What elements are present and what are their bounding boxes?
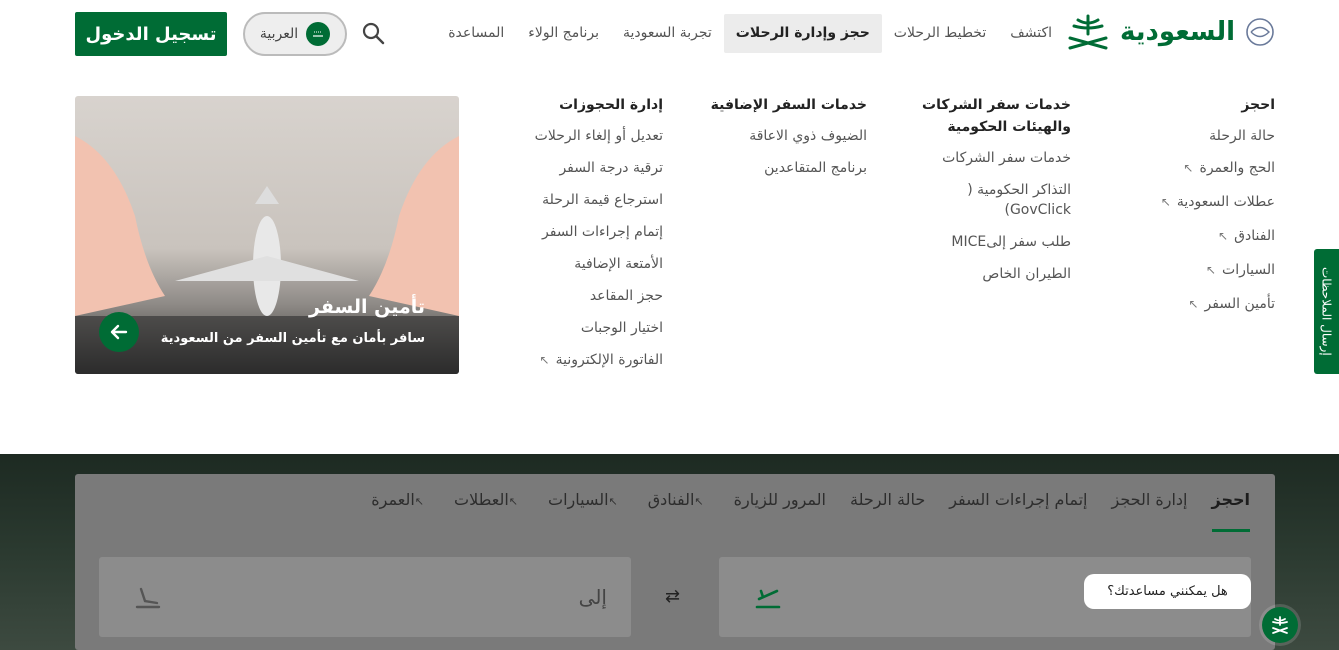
destination-field[interactable]: إلى: [99, 557, 631, 637]
menu-item-seat-selection[interactable]: حجز المقاعد: [503, 286, 663, 306]
plane-landing-icon: [135, 587, 161, 609]
menu-column-title: خدمات سفر الشركات والهيئات الحكومية: [922, 97, 1071, 135]
menu-item-meals[interactable]: اختيار الوجبات: [503, 318, 663, 338]
nav-saudia-experience[interactable]: تجربة السعودية: [611, 14, 724, 53]
saudia-palm-icon: [1272, 616, 1288, 634]
tab-manage-booking[interactable]: إدارة الحجز: [1111, 488, 1187, 532]
menu-column-title: إدارة الحجوزات: [559, 97, 663, 113]
skyteam-icon: [1246, 18, 1274, 46]
menu-item-private-aviation[interactable]: الطيران الخاص: [911, 264, 1071, 284]
menu-column-book: احجز حالة الرحلة الحج والعمرة↖ عطلات الس…: [1095, 94, 1275, 326]
promo-subtitle: سافر بأمان مع تأمين السفر من السعودية: [160, 331, 425, 346]
menu-column-title: خدمات السفر الإضافية: [710, 97, 867, 113]
external-link-icon: ↖: [508, 495, 518, 508]
tab-umrah[interactable]: العمرة↖: [371, 488, 430, 532]
external-link-icon: ↖: [1160, 195, 1171, 209]
menu-item-travel-insurance[interactable]: تأمين السفر↖: [1095, 294, 1275, 314]
mega-menu: احجز حالة الرحلة الحج والعمرة↖ عطلات الس…: [0, 66, 1339, 454]
menu-item-e-invoice[interactable]: الفاتورة الإلكترونية↖: [503, 350, 663, 370]
tab-cars[interactable]: السيارات↖: [548, 488, 624, 532]
destination-placeholder: إلى: [578, 585, 607, 609]
chat-button[interactable]: [1262, 607, 1298, 643]
tab-check-in[interactable]: إتمام إجراءات السفر: [949, 488, 1087, 532]
menu-item-flight-status[interactable]: حالة الرحلة: [1095, 126, 1275, 146]
logo-wordmark: السعودية: [1120, 17, 1235, 47]
menu-item-saudia-holidays[interactable]: عطلات السعودية↖: [1095, 192, 1275, 212]
menu-item-hajj-umrah[interactable]: الحج والعمرة↖: [1095, 158, 1275, 178]
tab-visit-transit[interactable]: المرور للزيارة: [734, 488, 826, 532]
language-selector[interactable]: العربية: [243, 12, 347, 56]
menu-item-extra-baggage[interactable]: الأمتعة الإضافية: [503, 254, 663, 274]
menu-item-retirees[interactable]: برنامج المتقاعدين: [707, 158, 867, 178]
login-button[interactable]: تسجيل الدخول: [75, 12, 227, 56]
nav-help[interactable]: المساعدة: [436, 14, 516, 53]
menu-item-mice[interactable]: طلب سفر إلىMICE: [911, 232, 1071, 252]
search-button[interactable]: [360, 20, 386, 46]
external-link-icon: ↖: [539, 353, 550, 367]
menu-item-govclick[interactable]: التذاكر الحكومية ( GovClick): [911, 180, 1071, 220]
menu-item-refund[interactable]: استرجاع قيمة الرحلة: [503, 190, 663, 210]
booking-tabs: احجز إدارة الحجز إتمام إجراءات السفر حال…: [371, 488, 1250, 532]
tab-hotels[interactable]: الفنادق↖: [648, 488, 710, 532]
external-link-icon: ↖: [1183, 161, 1194, 175]
external-link-icon: ↖: [1218, 229, 1229, 243]
nav-book-manage[interactable]: حجز وإدارة الرحلات: [723, 14, 882, 53]
palm-swords-icon: [1068, 14, 1108, 50]
menu-item-cars[interactable]: السيارات↖: [1095, 260, 1275, 280]
nav-trip-planning[interactable]: تخطيط الرحلات: [882, 14, 998, 53]
menu-item-corporate-travel[interactable]: خدمات سفر الشركات: [911, 148, 1071, 168]
external-link-icon: ↖: [608, 495, 618, 508]
external-link-icon: ↖: [414, 495, 424, 508]
menu-column-manage: إدارة الحجوزات تعديل أو إلغاء الرحلات تر…: [503, 94, 663, 382]
site-header: السعودية اكتشف تخطيط الرحلات حجز وإدارة …: [0, 0, 1339, 66]
external-link-icon: ↖: [1188, 297, 1199, 311]
language-label: العربية: [259, 26, 299, 42]
nav-loyalty[interactable]: برنامج الولاء: [516, 14, 611, 53]
menu-column-additional: خدمات السفر الإضافية الضيوف ذوي الاعاقة …: [707, 94, 867, 190]
saudi-flag-icon: [306, 22, 331, 46]
menu-item-hotels[interactable]: الفنادق↖: [1095, 226, 1275, 246]
search-icon: [362, 22, 385, 45]
tab-holidays[interactable]: العطلات↖: [454, 488, 524, 532]
menu-item-disabled-guests[interactable]: الضيوف ذوي الاعاقة: [707, 126, 867, 146]
promo-arrow-button[interactable]: [99, 312, 139, 352]
plane-takeoff-icon: [755, 589, 781, 609]
nav-discover[interactable]: اكتشف: [998, 14, 1064, 53]
tab-flight-status[interactable]: حالة الرحلة: [850, 488, 925, 532]
main-nav: اكتشف تخطيط الرحلات حجز وإدارة الرحلات ت…: [436, 14, 1064, 53]
menu-item-check-in[interactable]: إتمام إجراءات السفر: [503, 222, 663, 242]
booking-panel: احجز إدارة الحجز إتمام إجراءات السفر حال…: [75, 474, 1275, 650]
chat-bubble: هل يمكنني مساعدتك؟: [1084, 574, 1251, 609]
menu-column-title: احجز: [1241, 97, 1275, 113]
feedback-tab[interactable]: إرسال الملاحظات: [1314, 249, 1339, 374]
external-link-icon: ↖: [1205, 263, 1217, 277]
tab-book[interactable]: احجز: [1211, 488, 1250, 532]
promo-card-travel-insurance[interactable]: تأمين السفر سافر بأمان مع تأمين السفر من…: [75, 96, 459, 374]
menu-item-upgrade[interactable]: ترقية درجة السفر: [503, 158, 663, 178]
swap-icon: ⇄: [665, 586, 681, 607]
arrow-left-icon: [110, 324, 128, 340]
external-link-icon: ↖: [694, 495, 704, 508]
booking-section: احجز إدارة الحجز إتمام إجراءات السفر حال…: [0, 454, 1339, 650]
menu-column-corporate: خدمات سفر الشركات والهيئات الحكومية خدما…: [911, 94, 1071, 296]
saudia-logo[interactable]: السعودية: [1064, 10, 1277, 54]
menu-item-modify-cancel[interactable]: تعديل أو إلغاء الرحلات: [503, 126, 663, 146]
swap-button[interactable]: ⇄: [665, 586, 680, 607]
promo-title: تأمين السفر: [309, 296, 425, 318]
